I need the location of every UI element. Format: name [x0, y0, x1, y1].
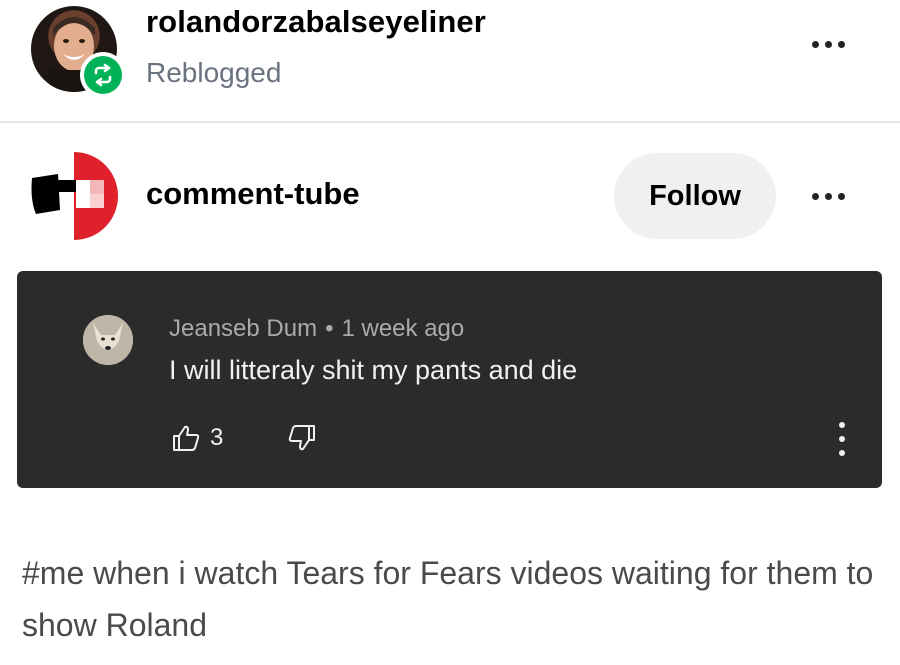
more-options-icon[interactable] — [812, 41, 845, 48]
reblog-header: rolandorzabalseyeliner Reblogged — [0, 0, 900, 122]
reblogged-label: Reblogged — [146, 57, 282, 88]
post-more-options-icon[interactable] — [812, 193, 845, 200]
reblog-badge — [80, 52, 126, 98]
post-caption: #me when i watch Tears for Fears videos … — [22, 555, 874, 643]
divider — [0, 121, 900, 123]
comment-time: 1 week ago — [341, 315, 465, 342]
comment-text: I will litteraly shit my pants and die — [169, 355, 578, 385]
follow-button[interactable]: Follow — [614, 153, 776, 239]
like-count: 3 — [210, 424, 224, 451]
reblogger-username[interactable]: rolandorzabalseyeliner — [146, 4, 486, 40]
comment-more-icon[interactable] — [837, 422, 847, 456]
reblog-icon — [94, 63, 112, 87]
thumbs-up-icon[interactable] — [171, 423, 201, 453]
comment-author: Jeanseb Dum — [169, 315, 318, 342]
comment-meta: Jeanseb Dum • 1 week ago — [169, 315, 464, 343]
blog-name[interactable]: comment-tube — [146, 176, 360, 212]
blog-avatar[interactable] — [28, 150, 120, 242]
meta-separator: • — [325, 315, 334, 342]
commenter-avatar — [83, 315, 133, 365]
thumbs-down-icon[interactable] — [287, 423, 317, 453]
